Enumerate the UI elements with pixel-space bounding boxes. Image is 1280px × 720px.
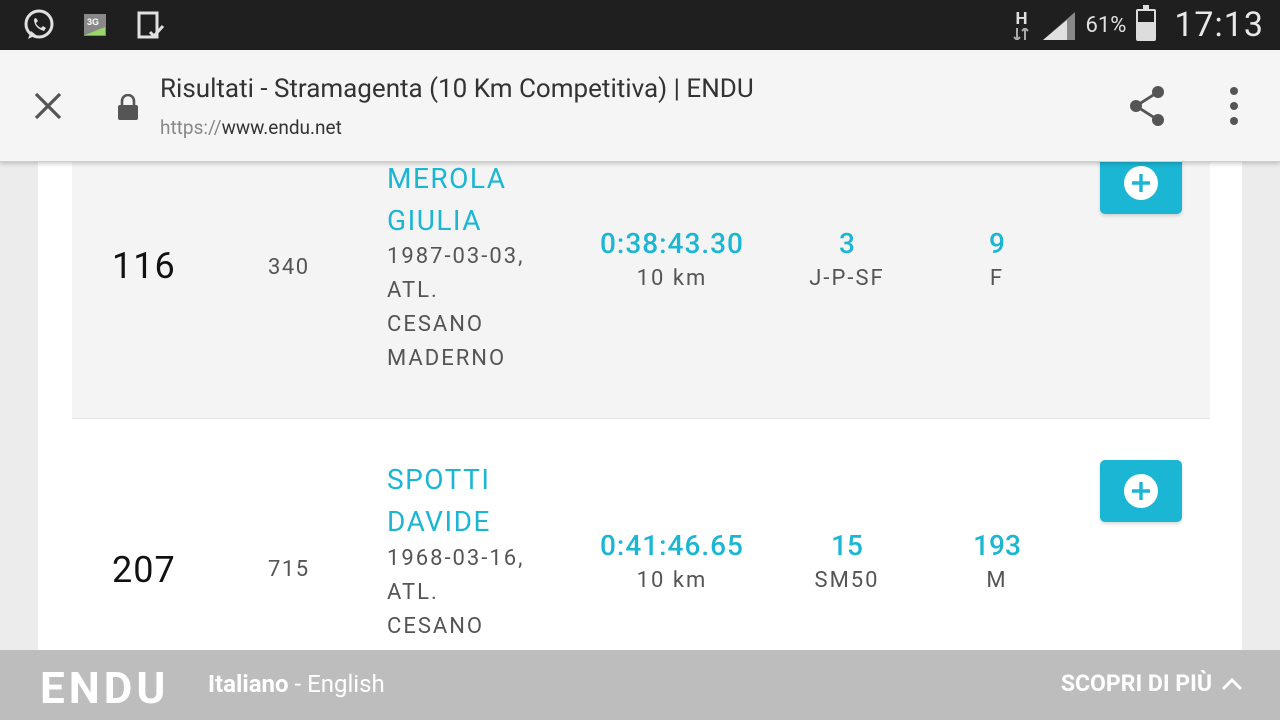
finish-time: 0:41:46.65 xyxy=(600,529,744,562)
result-row: 116 340 MEROLA GIULIA 1987-03-03, ATL. C… xyxy=(72,162,1210,419)
system-indicators: H 61% 17:13 xyxy=(1011,0,1264,50)
discover-more-label: SCOPRI DI PIÙ xyxy=(1060,670,1212,697)
club-line: ATL. xyxy=(387,278,439,303)
athlete-info: 1968-03-16, ATL. CESANO xyxy=(387,542,567,644)
expand-details-button[interactable] xyxy=(1100,162,1182,214)
url-scheme: https:// xyxy=(160,116,222,139)
plus-circle-icon xyxy=(1124,166,1158,200)
language-switcher: Italiano - English xyxy=(208,670,385,698)
language-italiano-link[interactable]: Italiano xyxy=(208,670,289,698)
finish-time: 0:38:43.30 xyxy=(600,227,744,260)
category-rank: 15 xyxy=(831,529,863,562)
club-line: ATL. xyxy=(387,580,439,605)
athlete-name-link[interactable]: SPOTTI DAVIDE xyxy=(387,459,567,543)
bib-number: 715 xyxy=(268,557,310,582)
athlete-name-link[interactable]: MEROLA GIULIA xyxy=(387,162,567,242)
svg-text:3G: 3G xyxy=(87,17,99,27)
expand-details-button[interactable] xyxy=(1100,460,1182,522)
category-rank: 3 xyxy=(839,227,855,260)
notification-icons: 3G xyxy=(22,8,168,42)
result-row: 207 715 SPOTTI DAVIDE 1968-03-16, ATL. C… xyxy=(72,420,1210,652)
language-english-link[interactable]: English xyxy=(307,670,385,698)
plus-circle-icon xyxy=(1124,474,1158,508)
club-line: MADERNO xyxy=(387,346,507,371)
club-line: CESANO xyxy=(387,312,485,337)
battery-level xyxy=(1138,21,1155,39)
athlete-surname: MEROLA xyxy=(387,162,507,195)
status-bar: 3G H 61% 17:13 xyxy=(0,0,1280,50)
sex-rank: 9 xyxy=(989,227,1005,260)
network-label: H xyxy=(1015,9,1028,29)
share-icon[interactable] xyxy=(1128,84,1168,128)
athlete-info: 1987-03-03, ATL. CESANO MADERNO xyxy=(387,240,567,376)
distance-label: 10 km xyxy=(636,266,708,291)
site-footer-bar: ENDU Italiano - English SCOPRI DI PIÙ xyxy=(0,650,1280,720)
close-icon[interactable] xyxy=(30,88,66,124)
whatsapp-icon xyxy=(22,8,56,42)
url-host: www.endu.net xyxy=(221,116,342,139)
athlete-firstname: DAVIDE xyxy=(387,505,491,538)
bib-number: 340 xyxy=(268,255,310,280)
birth-date: 1987-03-03, xyxy=(387,244,525,269)
category-label: SM50 xyxy=(814,568,880,593)
clock: 17:13 xyxy=(1174,5,1264,45)
discover-more-button[interactable]: SCOPRI DI PIÙ xyxy=(1061,670,1244,697)
category-label: J-P-SF xyxy=(809,266,885,291)
3g-data-icon: 3G xyxy=(78,8,112,42)
network-type-icon: H xyxy=(1011,8,1031,42)
signal-strength-icon xyxy=(1041,8,1076,42)
sex-label: F xyxy=(989,266,1005,291)
club-line: CESANO xyxy=(387,614,485,639)
custom-tab-toolbar: Risultati - Stramagenta (10 Km Competiti… xyxy=(0,50,1280,162)
page-title: Risultati - Stramagenta (10 Km Competiti… xyxy=(160,74,754,104)
birth-date: 1968-03-16, xyxy=(387,546,525,571)
battery-percent: 61% xyxy=(1085,12,1127,38)
more-options-icon[interactable] xyxy=(1222,86,1246,126)
athlete-surname: SPOTTI xyxy=(387,463,491,496)
results-page: 116 340 MEROLA GIULIA 1987-03-03, ATL. C… xyxy=(38,162,1242,652)
lock-icon xyxy=(117,93,139,120)
chevron-up-icon xyxy=(1221,677,1243,690)
page-url: https://www.endu.net xyxy=(160,116,342,139)
sex-rank: 193 xyxy=(973,529,1021,562)
overall-rank: 116 xyxy=(112,245,176,287)
endu-logo[interactable]: ENDU xyxy=(40,662,169,714)
battery-icon xyxy=(1136,5,1157,41)
download-complete-icon xyxy=(134,8,168,42)
sex-label: M xyxy=(986,568,1008,593)
language-separator: - xyxy=(288,670,308,698)
overall-rank: 207 xyxy=(112,549,176,591)
distance-label: 10 km xyxy=(636,568,708,593)
athlete-firstname: GIULIA xyxy=(387,204,483,237)
